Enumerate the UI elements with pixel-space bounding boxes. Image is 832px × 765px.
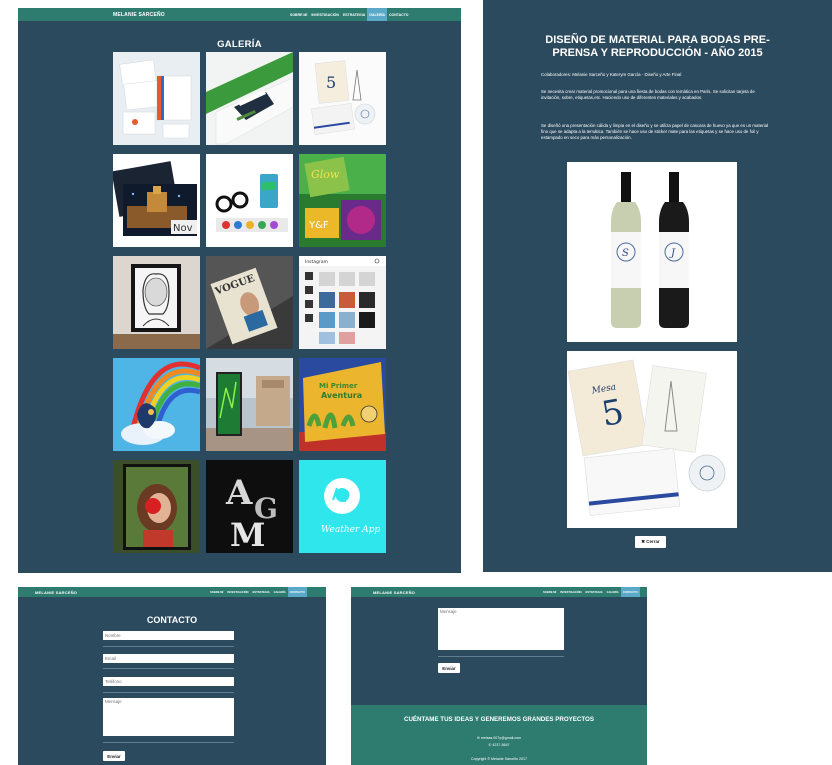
nav-item-sobre-mi[interactable]: SOBRE MÍ: [288, 8, 309, 21]
project-title: DISEÑO DE MATERIAL PARA BODAS PRE-PRENSA…: [545, 34, 770, 59]
gallery-tile-cartel[interactable]: [206, 358, 293, 451]
gallery-tile-weather[interactable]: Weather App: [299, 460, 386, 553]
svg-text:Weather App: Weather App: [321, 525, 380, 535]
instagram-mockup-thumbnail: Instagram: [299, 256, 386, 349]
svg-text:Mi Primer: Mi Primer: [319, 382, 358, 390]
svg-text:5: 5: [326, 73, 336, 92]
gallery-tile-sobres[interactable]: [206, 52, 293, 145]
svg-text:M: M: [230, 516, 265, 553]
3d-letters-thumbnail: A G M: [206, 460, 293, 553]
nav-menu: SOBRE MÍ INVESTIGACIÓN ESTRATEGIA GALERÍ…: [288, 8, 411, 21]
gallery-tile-instagram[interactable]: Instagram: [299, 256, 386, 349]
nav-item-galeria[interactable]: GALERÍA: [605, 587, 621, 597]
gallery-tile-boda[interactable]: 5: [299, 52, 386, 145]
wedding-stationery-photo: Mesa 5: [567, 351, 737, 528]
brand-logo[interactable]: MELANIE SARCEÑO: [35, 590, 77, 595]
svg-text:A: A: [225, 473, 253, 513]
footer-copyright: Copyright © Melanie Sarceño 2017: [471, 757, 527, 761]
bottle-monogram-2: J: [669, 248, 676, 259]
gallery-tile-gafas[interactable]: [206, 154, 293, 247]
gallery-tile-glow[interactable]: Glow Y&F: [299, 154, 386, 247]
nav-item-investigacion[interactable]: INVESTIGACIÓN: [225, 587, 250, 597]
nav-item-sobre-mi[interactable]: SOBRE MÍ: [541, 587, 558, 597]
gallery-tile-papeleria[interactable]: [113, 52, 200, 145]
wine-bottles-photo: S J: [567, 162, 737, 342]
street-poster-thumbnail: [206, 358, 293, 451]
collaborators-text: Colaboradores: Melanie Sarceño y Katerym…: [541, 72, 682, 77]
woman-photo-thumbnail: [113, 460, 200, 553]
nav-menu: SOBRE MÍ INVESTIGACIÓN ESTRATEGIA GALERÍ…: [541, 587, 640, 597]
adventure-book-thumbnail: Mi Primer Aventura: [299, 358, 386, 451]
navbar: MELANIE SARCEÑO SOBRE MÍ INVESTIGACIÓN E…: [351, 587, 647, 597]
wedding-thumbnail: 5: [299, 52, 386, 145]
nav-item-estrategia[interactable]: ESTRATEGIA: [341, 8, 367, 21]
svg-text:Nov: Nov: [173, 223, 193, 234]
glow-party-thumbnail: Glow Y&F: [299, 154, 386, 247]
page-title: CONTACTO: [146, 615, 198, 625]
nav-item-investigacion[interactable]: INVESTIGACIÓN: [309, 8, 341, 21]
nav-menu: SOBRE MÍ INVESTIGACIÓN ESTRATEGIA GALERÍ…: [208, 587, 307, 597]
nav-item-contacto[interactable]: CONTACTO: [387, 8, 411, 21]
stationery-thumbnail: [113, 52, 200, 145]
gallery-tile-retrato[interactable]: [113, 256, 200, 349]
phone-field[interactable]: [103, 677, 234, 686]
footer: CUÉNTAME TUS IDEAS Y GENEREMOS GRANDES P…: [351, 705, 647, 765]
rainbow-illustration-thumbnail: [113, 358, 200, 451]
footer-email[interactable]: ✉ melsas.007y@gmail.com: [351, 736, 647, 740]
nav-item-galeria[interactable]: GALERÍA: [272, 587, 288, 597]
footer-panel: MELANIE SARCEÑO SOBRE MÍ INVESTIGACIÓN E…: [351, 587, 647, 765]
glasses-thumbnail: [206, 154, 293, 247]
nav-item-investigacion[interactable]: INVESTIGACIÓN: [558, 587, 583, 597]
divider: [103, 692, 234, 693]
close-button[interactable]: ✖ Cerrar: [635, 536, 666, 548]
bottle-monogram-1: S: [622, 248, 629, 259]
svg-text:Y&F: Y&F: [308, 220, 329, 231]
nav-item-contacto[interactable]: CONTACTO: [287, 587, 307, 597]
message-field[interactable]: [438, 608, 564, 650]
nav-item-galeria[interactable]: GALERÍA: [367, 8, 387, 21]
page-title: GALERÍA: [217, 39, 262, 50]
project-description-2: Se diseñó una presentación cálida y limp…: [541, 123, 768, 140]
send-button[interactable]: Enviar: [438, 663, 460, 673]
gallery-tile-arcoiris[interactable]: [113, 358, 200, 451]
project-description-1: Se necesita crear material promocional p…: [541, 89, 755, 100]
message-field[interactable]: [103, 698, 234, 736]
divider: [103, 646, 234, 647]
svg-text:Glow: Glow: [311, 168, 340, 181]
footer-phone: ✆ 4237-8647: [488, 743, 510, 747]
gallery-tile-noche[interactable]: Nov: [113, 154, 200, 247]
email-field[interactable]: [103, 654, 234, 663]
gallery-tile-aventura[interactable]: Mi Primer Aventura: [299, 358, 386, 451]
galeria-panel: MELANIE SARCEÑO SOBRE MÍ INVESTIGACIÓN E…: [18, 8, 461, 573]
nav-item-estrategia[interactable]: ESTRATEGIA: [584, 587, 605, 597]
gallery-tile-revista[interactable]: VOGUE: [206, 256, 293, 349]
brand-logo[interactable]: MELANIE SARCEÑO: [113, 12, 165, 18]
gallery-tile-letras[interactable]: A G M: [206, 460, 293, 553]
divider: [438, 656, 564, 657]
divider: [103, 668, 234, 669]
nav-item-estrategia[interactable]: ESTRATEGIA: [251, 587, 272, 597]
svg-text:Instagram: Instagram: [305, 259, 328, 265]
contact-panel: MELANIE SARCEÑO SOBRE MÍ INVESTIGACIÓN E…: [18, 587, 326, 765]
weather-app-thumbnail: Weather App: [299, 460, 386, 553]
envelope-thumbnail: [206, 52, 293, 145]
magazine-thumbnail: VOGUE: [206, 256, 293, 349]
portrait-thumbnail: [113, 256, 200, 349]
wine-bottles-image: S J: [567, 162, 737, 342]
nav-item-sobre-mi[interactable]: SOBRE MÍ: [208, 587, 225, 597]
night-postcard-thumbnail: Nov: [113, 154, 200, 247]
navbar: MELANIE SARCEÑO SOBRE MÍ INVESTIGACIÓN E…: [18, 8, 461, 21]
name-field[interactable]: [103, 631, 234, 640]
brand-logo[interactable]: MELANIE SARCEÑO: [373, 590, 415, 595]
gallery-tile-mujer[interactable]: [113, 460, 200, 553]
footer-slogan: CUÉNTAME TUS IDEAS Y GENEREMOS GRANDES P…: [403, 716, 594, 723]
navbar: MELANIE SARCEÑO SOBRE MÍ INVESTIGACIÓN E…: [18, 587, 326, 597]
wedding-stationery-image: Mesa 5: [567, 351, 737, 528]
nav-item-contacto[interactable]: CONTACTO: [620, 587, 640, 597]
project-detail-panel: DISEÑO DE MATERIAL PARA BODAS PRE-PRENSA…: [483, 0, 832, 572]
send-button[interactable]: Enviar: [103, 751, 125, 761]
svg-text:Aventura: Aventura: [321, 391, 362, 400]
divider: [103, 742, 234, 743]
